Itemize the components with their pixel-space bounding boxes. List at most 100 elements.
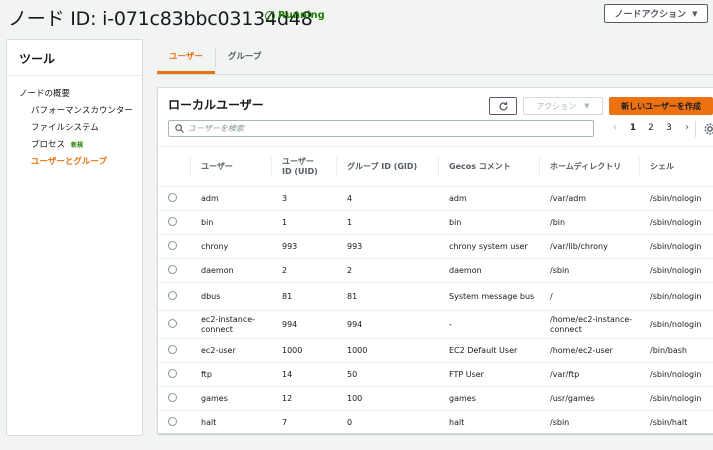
sidebar-item-file-system[interactable]: ファイルシステム: [19, 120, 142, 137]
cell-gecos: halt: [449, 417, 465, 427]
cell-gecos: bin: [449, 217, 462, 227]
cell-gid: 1000: [347, 345, 368, 355]
column-header-user[interactable]: ユーザー: [191, 147, 272, 187]
column-header-uid[interactable]: ユーザー ID (UID): [272, 147, 337, 187]
cell-user: chrony: [201, 241, 229, 251]
cell-home: /usr/games: [550, 393, 595, 403]
search-icon: [175, 124, 184, 133]
cell-shell: /bin/bash: [650, 345, 687, 355]
pager-divider: [695, 121, 696, 137]
cell-home: /: [550, 291, 553, 301]
cell-home: /home/ec2-instance-connect: [550, 314, 633, 334]
cell-gid: 50: [347, 369, 358, 379]
row-radio[interactable]: [168, 368, 177, 378]
actions-label: アクション: [536, 101, 577, 111]
cell-user: ec2-user: [201, 345, 236, 355]
cell-gecos: EC2 Default User: [449, 345, 518, 355]
row-radio[interactable]: [168, 192, 177, 202]
table-row[interactable]: daemon 2 2 daemon /sbin /sbin/nologin: [158, 259, 713, 283]
cell-gid: 2: [347, 265, 353, 275]
node-action-button[interactable]: ノードアクション ▼: [604, 4, 708, 23]
page-3[interactable]: 3: [660, 123, 678, 133]
cell-home: /sbin: [550, 417, 570, 427]
panel-title: ローカルユーザー: [168, 98, 264, 112]
tab-bar: ユーザー グループ: [157, 41, 713, 75]
table-row[interactable]: adm 3 4 adm /var/adm /sbin/nologin: [158, 187, 713, 211]
cell-home: /home/ec2-user: [550, 345, 613, 355]
prev-page-icon[interactable]: ‹: [606, 122, 624, 133]
cell-shell: /sbin/nologin: [650, 319, 702, 329]
status-indicator: ✓ Running: [265, 10, 325, 21]
status-label: Running: [278, 10, 325, 21]
page-2[interactable]: 2: [642, 123, 660, 133]
cell-user: halt: [201, 417, 217, 427]
search-box: [168, 120, 594, 137]
table-row[interactable]: ftp 14 50 FTP User /var/ftp /sbin/nologi…: [158, 363, 713, 387]
sidebar-item-users-and-groups[interactable]: ユーザーとグループ: [19, 154, 142, 171]
cell-uid: 1: [282, 217, 288, 227]
sidebar-title: ツール: [7, 40, 142, 76]
table-row[interactable]: bin 1 1 bin /bin /sbin/nologin: [158, 211, 713, 235]
table-row[interactable]: chrony 993 993 chrony system user /var/l…: [158, 235, 713, 259]
cell-gecos: adm: [449, 193, 467, 203]
sidebar-item-performance-counters[interactable]: パフォーマンスカウンター: [19, 103, 142, 120]
search-input[interactable]: [188, 124, 568, 133]
new-badge: 新規: [71, 142, 84, 149]
column-header-shell[interactable]: シェル: [640, 147, 713, 187]
page-1[interactable]: 1: [624, 123, 642, 133]
cell-gid: 994: [347, 319, 363, 329]
gear-icon[interactable]: [703, 122, 713, 136]
next-page-icon[interactable]: ›: [678, 122, 696, 133]
cell-shell: /sbin/halt: [650, 417, 688, 427]
cell-shell: /sbin/nologin: [650, 217, 702, 227]
cell-uid: 7: [282, 417, 288, 427]
cell-uid: 1000: [282, 345, 303, 355]
cell-uid: 14: [282, 369, 293, 379]
cell-gecos: games: [449, 393, 476, 403]
cell-home: /sbin: [550, 265, 570, 275]
create-user-button[interactable]: 新しいユーザーを作成: [609, 97, 713, 115]
table-row[interactable]: dbus 81 81 System message bus / /sbin/no…: [158, 283, 713, 311]
cell-user: dbus: [201, 291, 221, 301]
column-header-home[interactable]: ホームディレクトリ: [540, 147, 640, 187]
row-radio[interactable]: [168, 240, 177, 250]
table-row[interactable]: halt 7 0 halt /sbin /sbin/halt: [158, 411, 713, 434]
cell-gid: 4: [347, 193, 353, 203]
row-radio[interactable]: [168, 392, 177, 402]
cell-gid: 1: [347, 217, 353, 227]
cell-uid: 994: [282, 319, 298, 329]
cell-uid: 2: [282, 265, 288, 275]
cell-gid: 993: [347, 241, 363, 251]
row-radio[interactable]: [168, 216, 177, 226]
table-row[interactable]: ec2-instance-connect 994 994 - /home/ec2…: [158, 311, 713, 339]
sidebar-item-node-overview[interactable]: ノードの概要: [19, 86, 142, 103]
row-radio[interactable]: [168, 416, 177, 426]
row-radio[interactable]: [168, 344, 177, 354]
actions-dropdown[interactable]: アクション ▼: [523, 97, 603, 115]
tab-users[interactable]: ユーザー: [157, 41, 215, 74]
row-radio[interactable]: [168, 318, 177, 328]
row-radio[interactable]: [168, 264, 177, 274]
cell-home: /var/ftp: [550, 369, 580, 379]
cell-gecos: chrony system user: [449, 241, 528, 251]
cell-user: adm: [201, 193, 219, 203]
cell-user: games: [201, 393, 228, 403]
column-header-gid[interactable]: グループ ID (GID): [337, 147, 439, 187]
cell-user: ec2-instance-connect: [201, 314, 256, 334]
column-header-gecos[interactable]: Gecos コメント: [439, 147, 540, 187]
row-radio[interactable]: [168, 290, 177, 300]
cell-uid: 993: [282, 241, 298, 251]
node-action-label: ノードアクション: [614, 10, 687, 20]
table-row[interactable]: ec2-user 1000 1000 EC2 Default User /hom…: [158, 339, 713, 363]
cell-home: /var/adm: [550, 193, 587, 203]
tab-groups[interactable]: グループ: [216, 41, 274, 74]
pagination: ‹ 1 2 3 ›: [606, 122, 696, 133]
users-table: ユーザー ユーザー ID (UID) グループ ID (GID) Gecos コ…: [158, 146, 713, 434]
check-circle-icon: ✓: [265, 10, 275, 21]
refresh-button[interactable]: [489, 97, 517, 115]
sidebar-item-processes[interactable]: プロセス 新規: [19, 137, 142, 154]
sidebar-item-label: プロセス: [31, 140, 66, 150]
cell-shell: /sbin/nologin: [650, 193, 702, 203]
cell-gecos: FTP User: [449, 369, 484, 379]
table-row[interactable]: games 12 100 games /usr/games /sbin/nolo…: [158, 387, 713, 411]
